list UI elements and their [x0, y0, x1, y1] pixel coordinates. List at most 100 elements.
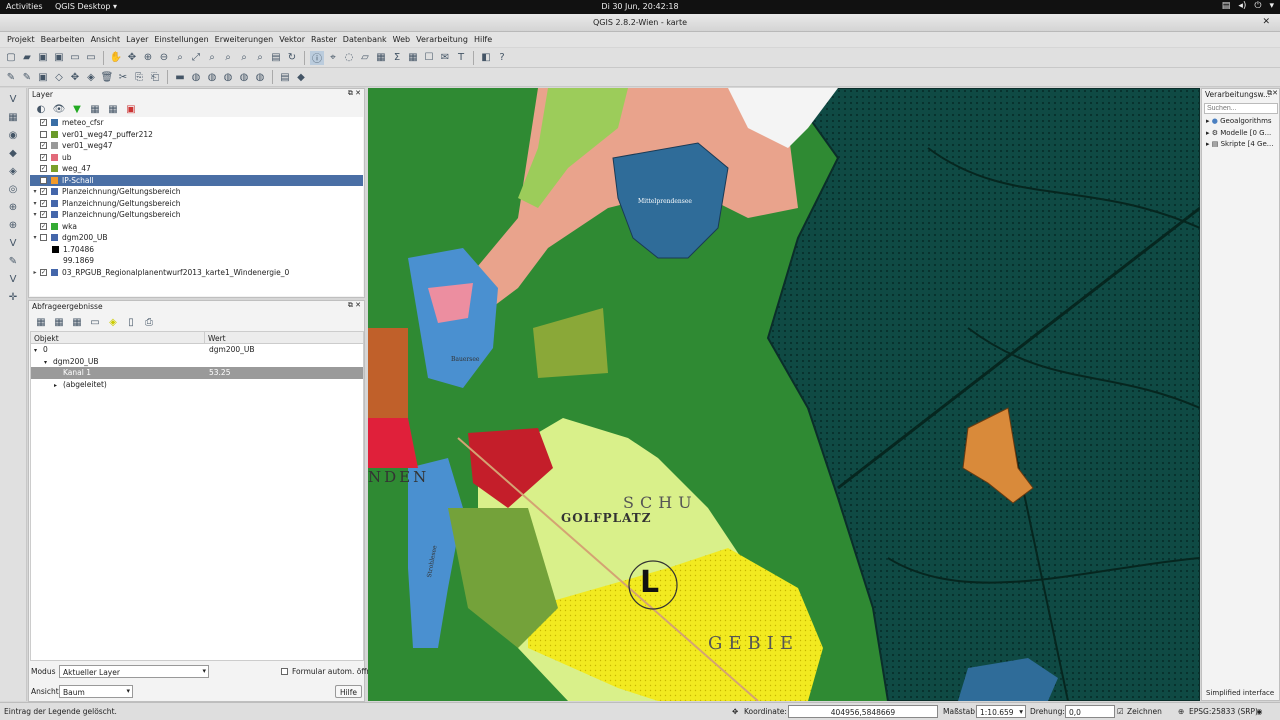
- layer-visibility-checkbox[interactable]: ✓: [40, 119, 47, 127]
- copy-feature-icon[interactable]: ◈: [106, 315, 120, 329]
- clock[interactable]: Di 30 Jun, 20:42:18: [0, 2, 1280, 11]
- layer-visibility-checkbox[interactable]: [40, 234, 47, 242]
- col-object-header[interactable]: Objekt: [31, 332, 205, 343]
- highlight-icon[interactable]: ▯: [124, 315, 138, 329]
- collapse-tree-icon[interactable]: ▦: [52, 315, 66, 329]
- new-shapefile-icon[interactable]: V: [5, 272, 21, 286]
- field-calculator-icon[interactable]: ▦: [406, 51, 420, 65]
- gps-icon[interactable]: ✛: [5, 290, 21, 304]
- layer-visibility-checkbox[interactable]: ✓: [40, 176, 47, 184]
- expand-icon[interactable]: ▾: [30, 200, 40, 207]
- save-as-icon[interactable]: ▣: [52, 51, 66, 65]
- result-row[interactable]: ▸ (abgeleitet): [31, 379, 363, 391]
- save-edits-icon[interactable]: ▣: [36, 70, 50, 84]
- save-icon[interactable]: ▣: [36, 51, 50, 65]
- tree-item-models[interactable]: ▸ ⚙ Modelle [0 G...: [1202, 129, 1279, 141]
- expand-icon[interactable]: ▸: [54, 382, 63, 389]
- pan-icon[interactable]: ✋: [109, 51, 123, 65]
- add-delimited-text-icon[interactable]: ✎: [5, 254, 21, 268]
- plugin-icon[interactable]: ◧: [479, 51, 493, 65]
- view-select[interactable]: Baum ▾: [59, 685, 133, 698]
- menu-raster[interactable]: Raster: [308, 32, 340, 47]
- zoom-full-icon[interactable]: ⤢: [189, 51, 203, 65]
- statistics-icon[interactable]: Σ: [390, 51, 404, 65]
- panel-float-close-icon[interactable]: ⧉ ✕: [348, 89, 361, 98]
- new-print-composer-icon[interactable]: ▭: [68, 51, 82, 65]
- render-checkbox[interactable]: ☑: [1117, 707, 1124, 716]
- label-tool-icon[interactable]: ▬: [173, 70, 187, 84]
- coordinate-field[interactable]: 404956,5848669: [788, 705, 938, 718]
- map-canvas[interactable]: GOLFPLATZ SCHU GEBIE L Mittelprendensee …: [368, 88, 1200, 701]
- expand-icon[interactable]: ▾: [44, 359, 53, 366]
- menu-erweiterungen[interactable]: Erweiterungen: [212, 32, 277, 47]
- result-row[interactable]: ▾ 0 dgm200_UB: [31, 344, 363, 356]
- layer-visibility-checkbox[interactable]: ✓: [40, 199, 47, 207]
- layer-item[interactable]: ✓ wka: [30, 221, 363, 233]
- simplified-interface-button[interactable]: Simplified interface: [1206, 689, 1274, 697]
- crs-button[interactable]: EPSG:25833 (SRP): [1189, 707, 1258, 716]
- menu-vektor[interactable]: Vektor: [276, 32, 308, 47]
- annotation-icon[interactable]: ☐: [422, 51, 436, 65]
- pin-label-icon[interactable]: ◍: [189, 70, 203, 84]
- composer-manager-icon[interactable]: ▭: [84, 51, 98, 65]
- python-icon[interactable]: ◆: [294, 70, 308, 84]
- select-icon[interactable]: ⌖: [326, 51, 340, 65]
- close-icon[interactable]: ✕: [1262, 17, 1270, 27]
- zoom-last-icon[interactable]: ⌕: [237, 51, 251, 65]
- pencil-icon[interactable]: ✎: [4, 70, 18, 84]
- menu-ansicht[interactable]: Ansicht: [88, 32, 124, 47]
- zoom-in-icon[interactable]: ⊕: [141, 51, 155, 65]
- layer-visibility-checkbox[interactable]: ✓: [40, 142, 47, 150]
- add-wcs-layer-icon[interactable]: ⊕: [5, 218, 21, 232]
- add-raster-layer-icon[interactable]: ▦: [5, 110, 21, 124]
- panel-float-close-icon[interactable]: ⧉ ✕: [348, 301, 361, 310]
- measure-icon[interactable]: ⏥: [358, 51, 372, 65]
- auto-open-form-checkbox[interactable]: [281, 668, 288, 675]
- expand-new-icon[interactable]: ▦: [70, 315, 84, 329]
- expand-icon[interactable]: ▾: [30, 234, 40, 241]
- expand-icon[interactable]: ▾: [30, 188, 40, 195]
- layer-item[interactable]: ▾ ✓ Planzeichnung/Geltungsbereich: [30, 209, 363, 221]
- label-icon[interactable]: T: [454, 51, 468, 65]
- menu-datenbank[interactable]: Datenbank: [340, 32, 390, 47]
- layer-item[interactable]: ✓ meteo_cfsr: [30, 117, 363, 129]
- visibility-icon[interactable]: 👁: [52, 102, 66, 116]
- menu-verarbeitung[interactable]: Verarbeitung: [413, 32, 471, 47]
- messages-icon[interactable]: ◉: [1256, 707, 1263, 716]
- add-postgis-layer-icon[interactable]: ◉: [5, 128, 21, 142]
- panel-float-close-icon[interactable]: ⧉✕: [1267, 89, 1278, 98]
- add-oracle-layer-icon[interactable]: ◎: [5, 182, 21, 196]
- expand-tree-icon[interactable]: ▦: [34, 315, 48, 329]
- menu-einstellungen[interactable]: Einstellungen: [151, 32, 211, 47]
- results-tree[interactable]: Objekt Wert ▾ 0 dgm200_UB ▾ dgm200_UB Kanal 1…: [30, 331, 364, 661]
- menu-bearbeiten[interactable]: Bearbeiten: [38, 32, 88, 47]
- layer-item[interactable]: ▸ ✓ 03_RPGUB_Regionalplanentwurf2013_karte…: [30, 267, 363, 279]
- print-icon[interactable]: ⎙: [142, 315, 156, 329]
- layer-visibility-checkbox[interactable]: [40, 130, 47, 138]
- tree-item-scripts[interactable]: ▸ ▤ Skripte [4 Ge...: [1202, 140, 1279, 152]
- deselect-icon[interactable]: ◌: [342, 51, 356, 65]
- coordinate-toggle-icon[interactable]: ✥: [732, 707, 738, 716]
- move-label-icon[interactable]: ◍: [221, 70, 235, 84]
- new-project-icon[interactable]: ▢: [4, 51, 18, 65]
- refresh-icon[interactable]: ↻: [285, 51, 299, 65]
- add-vector-layer-icon[interactable]: V: [5, 92, 21, 106]
- zoom-selection-icon[interactable]: ⌕: [205, 51, 219, 65]
- rotation-field[interactable]: 0,0: [1065, 705, 1115, 718]
- remove-layer-icon[interactable]: ▣: [124, 102, 138, 116]
- expand-icon[interactable]: ▾: [34, 347, 43, 354]
- result-row[interactable]: Kanal 1 53.25: [31, 367, 363, 379]
- move-feature-icon[interactable]: ✥: [68, 70, 82, 84]
- filter-icon[interactable]: ▼: [70, 102, 84, 116]
- zoom-layer-icon[interactable]: ⌕: [221, 51, 235, 65]
- collapse-all-icon[interactable]: ▦: [106, 102, 120, 116]
- layer-item[interactable]: ✓ weg_47: [30, 163, 363, 175]
- rotate-label-icon[interactable]: ◍: [237, 70, 251, 84]
- help-context-icon[interactable]: ?: [495, 51, 509, 65]
- identify-icon[interactable]: ⓘ: [310, 50, 324, 65]
- layer-item[interactable]: ✓ IP-Schall: [30, 174, 363, 186]
- map-tips-icon[interactable]: ✉: [438, 51, 452, 65]
- show-label-icon[interactable]: ◍: [205, 70, 219, 84]
- cut-icon[interactable]: ✂: [116, 70, 130, 84]
- expand-icon[interactable]: ▾: [30, 211, 40, 218]
